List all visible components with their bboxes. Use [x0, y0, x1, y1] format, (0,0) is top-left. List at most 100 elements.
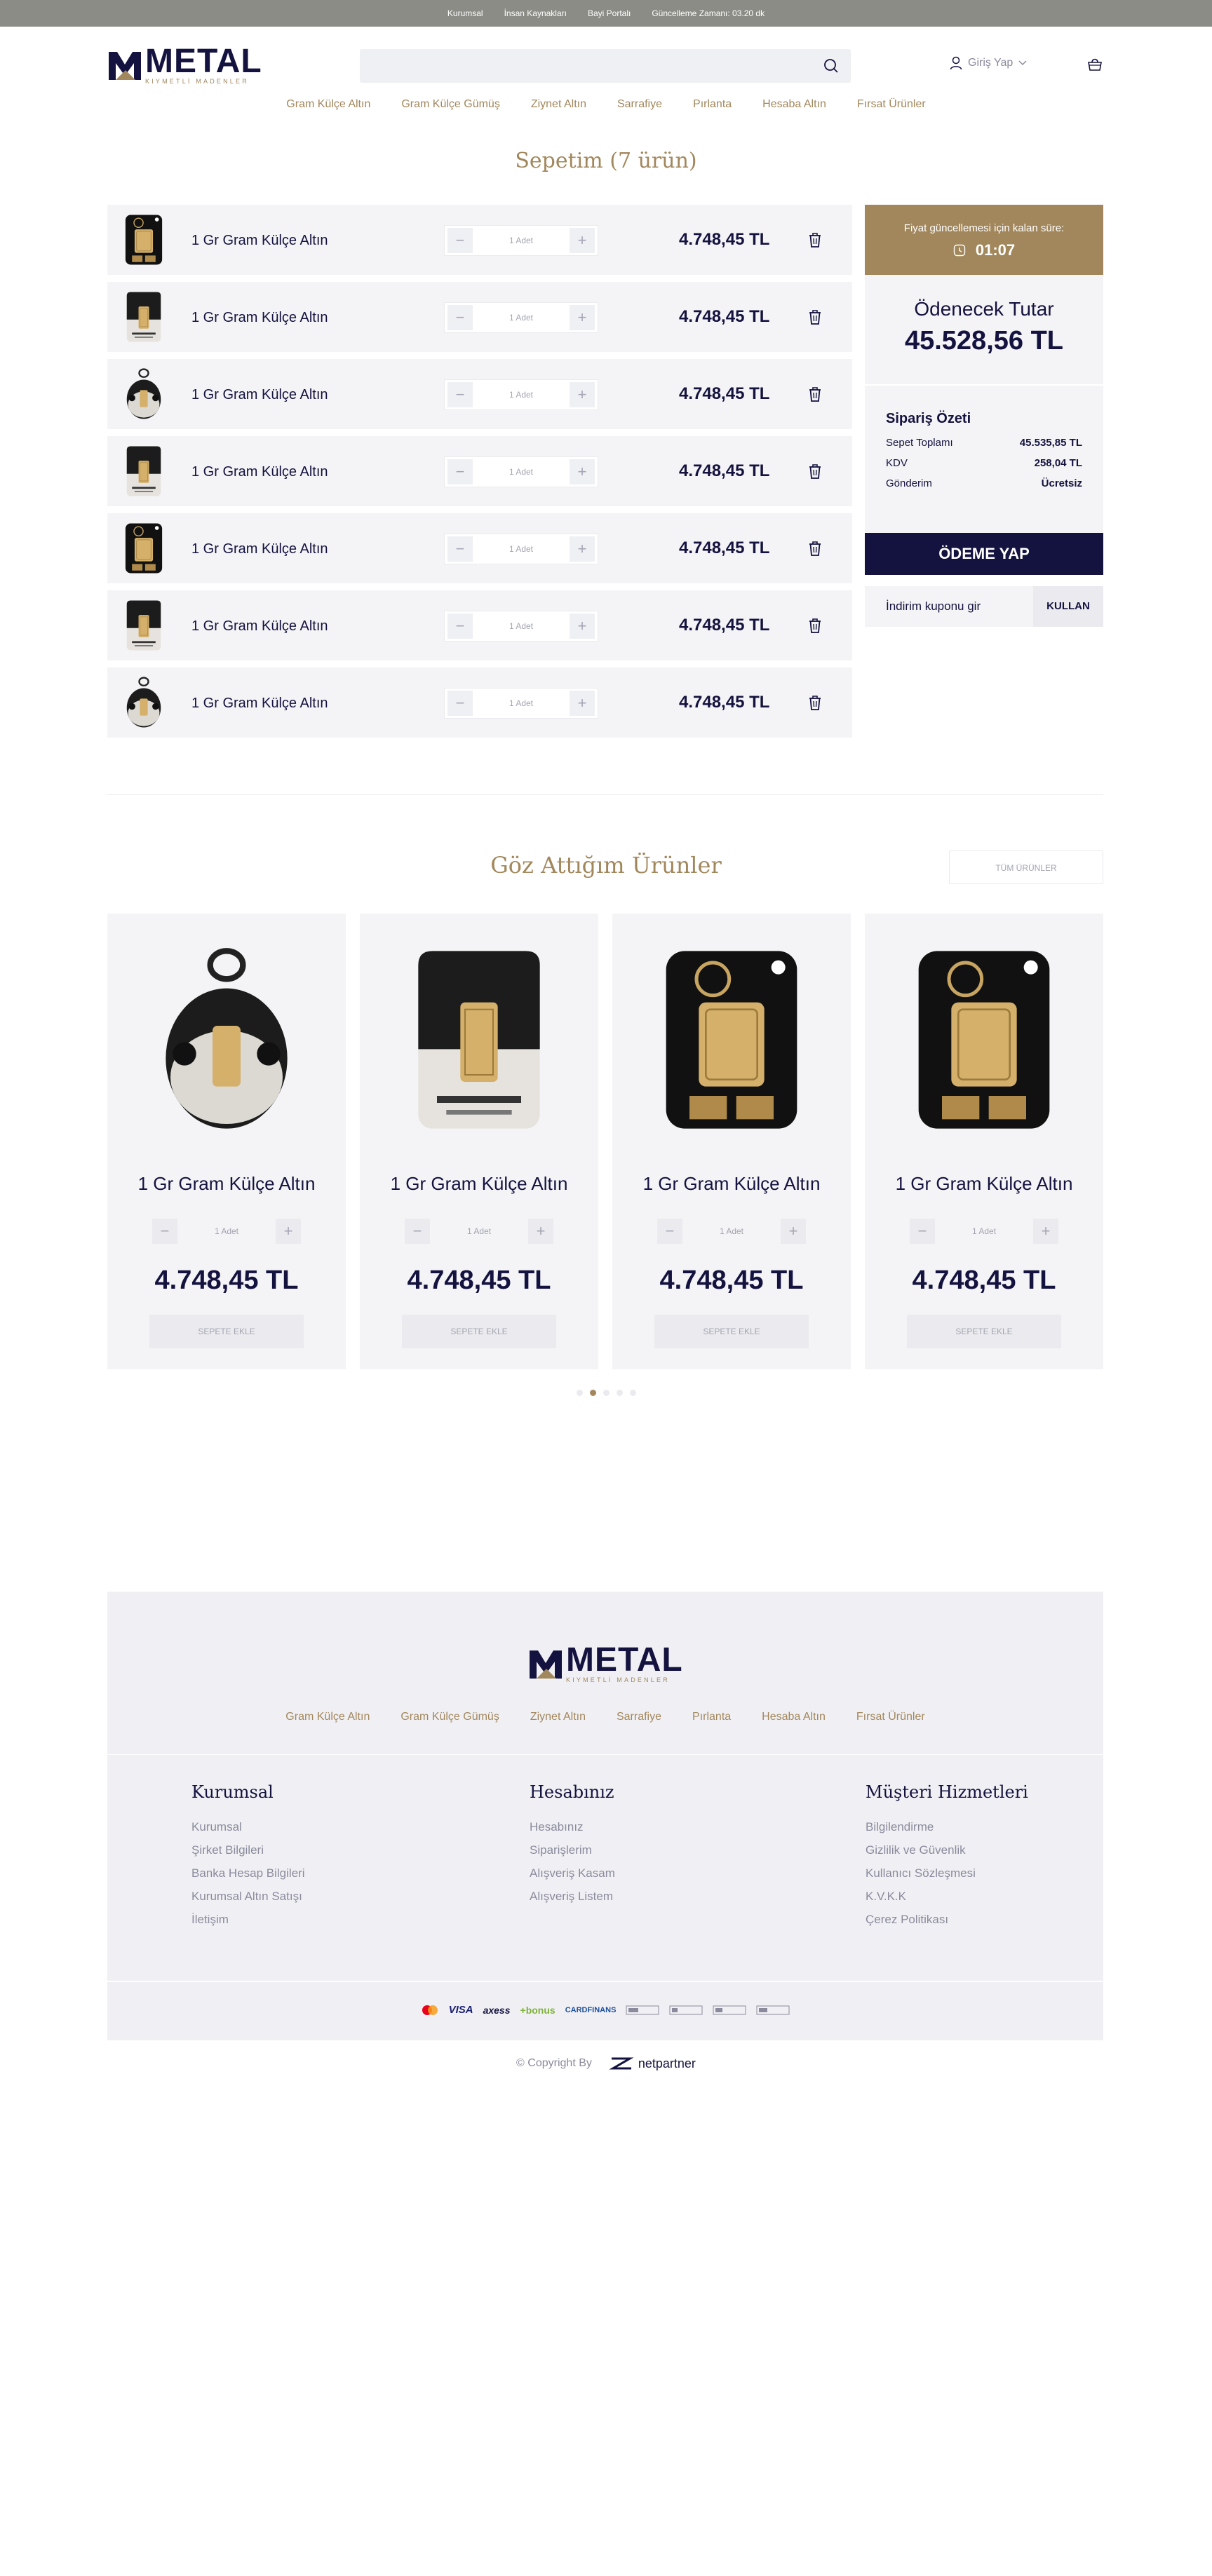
- decrease-quantity-button[interactable]: −: [447, 614, 473, 639]
- nav-hesaba-altin[interactable]: Hesaba Altın: [762, 98, 826, 111]
- footer-link[interactable]: Banka Hesap Bilgileri: [191, 1866, 305, 1880]
- add-to-cart-button[interactable]: SEPETE EKLE: [654, 1315, 809, 1348]
- quantity-value[interactable]: 1 Adet: [433, 1226, 525, 1236]
- product-name[interactable]: 1 Gr Gram Külçe Altın: [612, 1173, 851, 1195]
- pay-button[interactable]: ÖDEME YAP: [865, 533, 1103, 575]
- quantity-value[interactable]: 1 Adet: [685, 1226, 778, 1236]
- footer-nav-ziynet-altin[interactable]: Ziynet Altın: [530, 1711, 586, 1723]
- footer-link[interactable]: Kurumsal: [191, 1820, 305, 1834]
- footer-nav-firsat-urunler[interactable]: Fırsat Ürünler: [856, 1711, 925, 1723]
- slider-dot[interactable]: [589, 1390, 596, 1396]
- netpartner-logo[interactable]: netpartner: [609, 2056, 696, 2071]
- cart-item-thumbnail[interactable]: [123, 597, 165, 653]
- decrease-quantity-button[interactable]: −: [152, 1219, 177, 1244]
- increase-quantity-button[interactable]: +: [570, 614, 595, 639]
- footer-nav-pirlanta[interactable]: Pırlanta: [692, 1711, 731, 1723]
- cart-item-name[interactable]: 1 Gr Gram Külçe Altın: [191, 310, 328, 326]
- footer-link[interactable]: Alışveriş Kasam: [530, 1866, 615, 1880]
- slider-dot[interactable]: [629, 1390, 636, 1396]
- quantity-value[interactable]: 1 Adet: [476, 544, 567, 554]
- quantity-value[interactable]: 1 Adet: [476, 698, 567, 708]
- increase-quantity-button[interactable]: +: [276, 1219, 301, 1244]
- cart-item-thumbnail[interactable]: [123, 443, 165, 499]
- product-name[interactable]: 1 Gr Gram Külçe Altın: [865, 1173, 1103, 1195]
- nav-pirlanta[interactable]: Pırlanta: [693, 98, 732, 111]
- quantity-value[interactable]: 1 Adet: [476, 467, 567, 477]
- quantity-value[interactable]: 1 Adet: [476, 621, 567, 631]
- decrease-quantity-button[interactable]: −: [447, 382, 473, 407]
- remove-item-button[interactable]: [805, 616, 825, 635]
- footer-link[interactable]: Bilgilendirme: [866, 1820, 1028, 1834]
- footer-link[interactable]: Kurumsal Altın Satışı: [191, 1890, 305, 1904]
- coupon-input[interactable]: [865, 586, 1033, 627]
- search-bar[interactable]: [360, 49, 851, 83]
- increase-quantity-button[interactable]: +: [781, 1219, 806, 1244]
- slider-dot[interactable]: [616, 1390, 623, 1396]
- product-image[interactable]: [914, 942, 1054, 1138]
- quantity-value[interactable]: 1 Adet: [938, 1226, 1030, 1236]
- search-icon[interactable]: [823, 57, 840, 74]
- logo[interactable]: METAL KIYMETLİ MADENLER: [107, 45, 262, 85]
- increase-quantity-button[interactable]: +: [570, 459, 595, 484]
- quantity-value[interactable]: 1 Adet: [476, 390, 567, 400]
- add-to-cart-button[interactable]: SEPETE EKLE: [402, 1315, 556, 1348]
- topbar-link-dealer[interactable]: Bayi Portalı: [588, 8, 631, 18]
- nav-sarrafiye[interactable]: Sarrafiye: [617, 98, 662, 111]
- footer-link[interactable]: Kullanıcı Sözleşmesi: [866, 1866, 1028, 1880]
- quantity-value[interactable]: 1 Adet: [180, 1226, 273, 1236]
- increase-quantity-button[interactable]: +: [1033, 1219, 1058, 1244]
- cart-item-thumbnail[interactable]: [123, 289, 165, 345]
- product-image[interactable]: [661, 942, 802, 1138]
- basket-icon[interactable]: [1086, 56, 1103, 73]
- cart-item-name[interactable]: 1 Gr Gram Külçe Altın: [191, 464, 328, 480]
- product-image[interactable]: [156, 942, 297, 1138]
- remove-item-button[interactable]: [805, 461, 825, 481]
- login-button[interactable]: Giriş Yap: [950, 56, 1027, 70]
- decrease-quantity-button[interactable]: −: [447, 305, 473, 330]
- cart-item-name[interactable]: 1 Gr Gram Külçe Altın: [191, 387, 328, 403]
- decrease-quantity-button[interactable]: −: [657, 1219, 682, 1244]
- footer-link[interactable]: K.V.K.K: [866, 1890, 1028, 1904]
- add-to-cart-button[interactable]: SEPETE EKLE: [149, 1315, 304, 1348]
- increase-quantity-button[interactable]: +: [570, 536, 595, 562]
- product-name[interactable]: 1 Gr Gram Külçe Altın: [107, 1173, 346, 1195]
- footer-link[interactable]: Alışveriş Listem: [530, 1890, 615, 1904]
- topbar-link-hr[interactable]: İnsan Kaynakları: [504, 8, 567, 18]
- decrease-quantity-button[interactable]: −: [910, 1219, 935, 1244]
- decrease-quantity-button[interactable]: −: [405, 1219, 430, 1244]
- cart-item-name[interactable]: 1 Gr Gram Külçe Altın: [191, 233, 328, 249]
- quantity-value[interactable]: 1 Adet: [476, 313, 567, 323]
- decrease-quantity-button[interactable]: −: [447, 536, 473, 562]
- topbar-link-kurumsal[interactable]: Kurumsal: [447, 8, 483, 18]
- footer-link[interactable]: Çerez Politikası: [866, 1913, 1028, 1927]
- footer-link[interactable]: Şirket Bilgileri: [191, 1843, 305, 1857]
- remove-item-button[interactable]: [805, 538, 825, 558]
- nav-gram-kulce-gumus[interactable]: Gram Külçe Gümüş: [401, 98, 499, 111]
- coupon-apply-button[interactable]: KULLAN: [1033, 586, 1103, 627]
- footer-link[interactable]: Hesabınız: [530, 1820, 615, 1834]
- cart-item-thumbnail[interactable]: [123, 674, 165, 731]
- remove-item-button[interactable]: [805, 693, 825, 712]
- footer-logo[interactable]: METAL KIYMETLİ MADENLER: [528, 1643, 683, 1683]
- cart-item-name[interactable]: 1 Gr Gram Külçe Altın: [191, 696, 328, 712]
- remove-item-button[interactable]: [805, 307, 825, 327]
- increase-quantity-button[interactable]: +: [528, 1219, 553, 1244]
- cart-item-thumbnail[interactable]: [123, 212, 165, 268]
- remove-item-button[interactable]: [805, 384, 825, 404]
- decrease-quantity-button[interactable]: −: [447, 459, 473, 484]
- cart-item-thumbnail[interactable]: [123, 520, 165, 576]
- product-name[interactable]: 1 Gr Gram Külçe Altın: [360, 1173, 598, 1195]
- footer-nav-gram-kulce-gumus[interactable]: Gram Külçe Gümüş: [400, 1711, 499, 1723]
- increase-quantity-button[interactable]: +: [570, 382, 595, 407]
- increase-quantity-button[interactable]: +: [570, 305, 595, 330]
- increase-quantity-button[interactable]: +: [570, 691, 595, 716]
- footer-nav-hesaba-altin[interactable]: Hesaba Altın: [762, 1711, 826, 1723]
- decrease-quantity-button[interactable]: −: [447, 228, 473, 253]
- all-products-button[interactable]: TÜM ÜRÜNLER: [949, 850, 1103, 884]
- product-image[interactable]: [409, 942, 549, 1138]
- footer-link[interactable]: Siparişlerim: [530, 1843, 615, 1857]
- footer-nav-gram-kulce-altin[interactable]: Gram Külçe Altın: [285, 1711, 370, 1723]
- footer-link[interactable]: Gizlilik ve Güvenlik: [866, 1843, 1028, 1857]
- add-to-cart-button[interactable]: SEPETE EKLE: [907, 1315, 1061, 1348]
- slider-dot[interactable]: [576, 1390, 583, 1396]
